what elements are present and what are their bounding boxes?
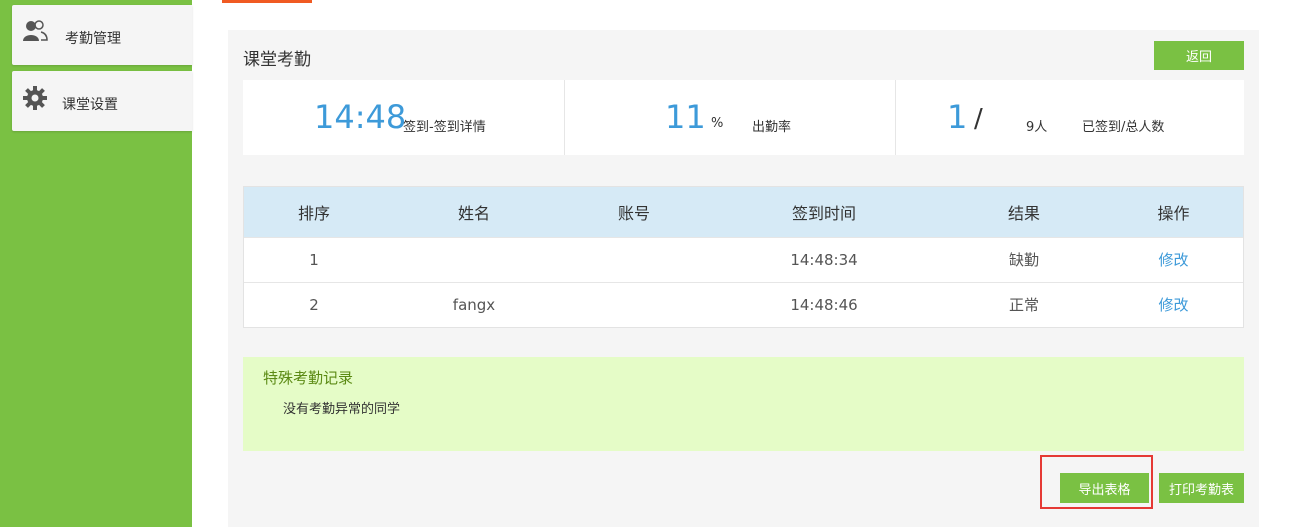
signed-slash: / [974, 104, 983, 134]
table-row: 1 14:48:34 缺勤 修改 [244, 237, 1243, 282]
header-sign-time: 签到时间 [791, 203, 856, 223]
edit-link[interactable]: 修改 [1158, 251, 1188, 269]
stat-sign-time[interactable]: 14:48 签到-签到详情 [243, 80, 565, 155]
special-title: 特殊考勤记录 [263, 369, 354, 387]
users-icon [22, 19, 48, 49]
total-value: 9人 [1026, 120, 1048, 135]
stat-signed-count: 1 / 9人 已签到/总人数 [896, 80, 1244, 155]
sidebar-item-attendance[interactable]: 考勤管理 [12, 5, 192, 65]
stats-bar: 14:48 签到-签到详情 11 % 出勤率 1 / 9人 已签到/总人数 [243, 80, 1244, 155]
special-text: 没有考勤异常的同学 [283, 402, 401, 417]
attendance-table: 排序 姓名 账号 签到时间 结果 操作 1 14:48:34 缺勤 修改 2 f… [243, 186, 1244, 328]
cell-order: 1 [309, 250, 319, 269]
gear-icon [22, 85, 48, 115]
back-button[interactable]: 返回 [1154, 41, 1244, 70]
cell-time: 14:48:46 [790, 295, 858, 314]
cell-result: 缺勤 [1008, 251, 1039, 269]
signed-label: 已签到/总人数 [1082, 120, 1165, 135]
cell-name [384, 237, 564, 282]
sidebar-item-label: 课堂设置 [62, 97, 118, 113]
cell-order: 2 [309, 295, 319, 314]
special-attendance-box: 特殊考勤记录 没有考勤异常的同学 [243, 357, 1244, 451]
cell-action: 修改 [1104, 237, 1243, 282]
header-order: 排序 [297, 203, 330, 223]
sign-time-label: 签到-签到详情 [403, 120, 486, 135]
page-title: 课堂考勤 [243, 50, 311, 70]
cell-result: 正常 [1008, 296, 1039, 315]
cell-name: fangx [452, 295, 496, 314]
rate-unit: % [711, 116, 724, 131]
cell-time: 14:48:34 [790, 250, 858, 269]
sidebar-item-label: 考勤管理 [65, 31, 121, 47]
sidebar-item-class-settings[interactable]: 课堂设置 [12, 71, 192, 131]
print-attendance-button[interactable]: 打印考勤表 [1159, 473, 1244, 503]
rate-value: 11 [665, 98, 706, 136]
stat-attendance-rate: 11 % 出勤率 [565, 80, 896, 155]
edit-link[interactable]: 修改 [1158, 296, 1188, 314]
highlight-box [1040, 455, 1153, 509]
active-tab-indicator [222, 0, 312, 3]
signed-value: 1 [947, 98, 968, 136]
sign-time-value: 14:48 [314, 98, 407, 136]
sidebar: 考勤管理 课堂设置 [0, 0, 192, 527]
cell-action: 修改 [1104, 282, 1243, 327]
table-row: 2 fangx 14:48:46 正常 修改 [244, 282, 1243, 327]
header-result: 结果 [1007, 203, 1040, 223]
rate-label: 出勤率 [752, 120, 792, 135]
header-action: 操作 [1157, 203, 1190, 223]
table-header-row: 排序 姓名 账号 签到时间 结果 操作 [244, 187, 1243, 237]
cell-account [564, 237, 704, 282]
cell-account [564, 282, 704, 327]
header-name: 姓名 [457, 203, 490, 223]
header-account: 账号 [617, 203, 650, 223]
